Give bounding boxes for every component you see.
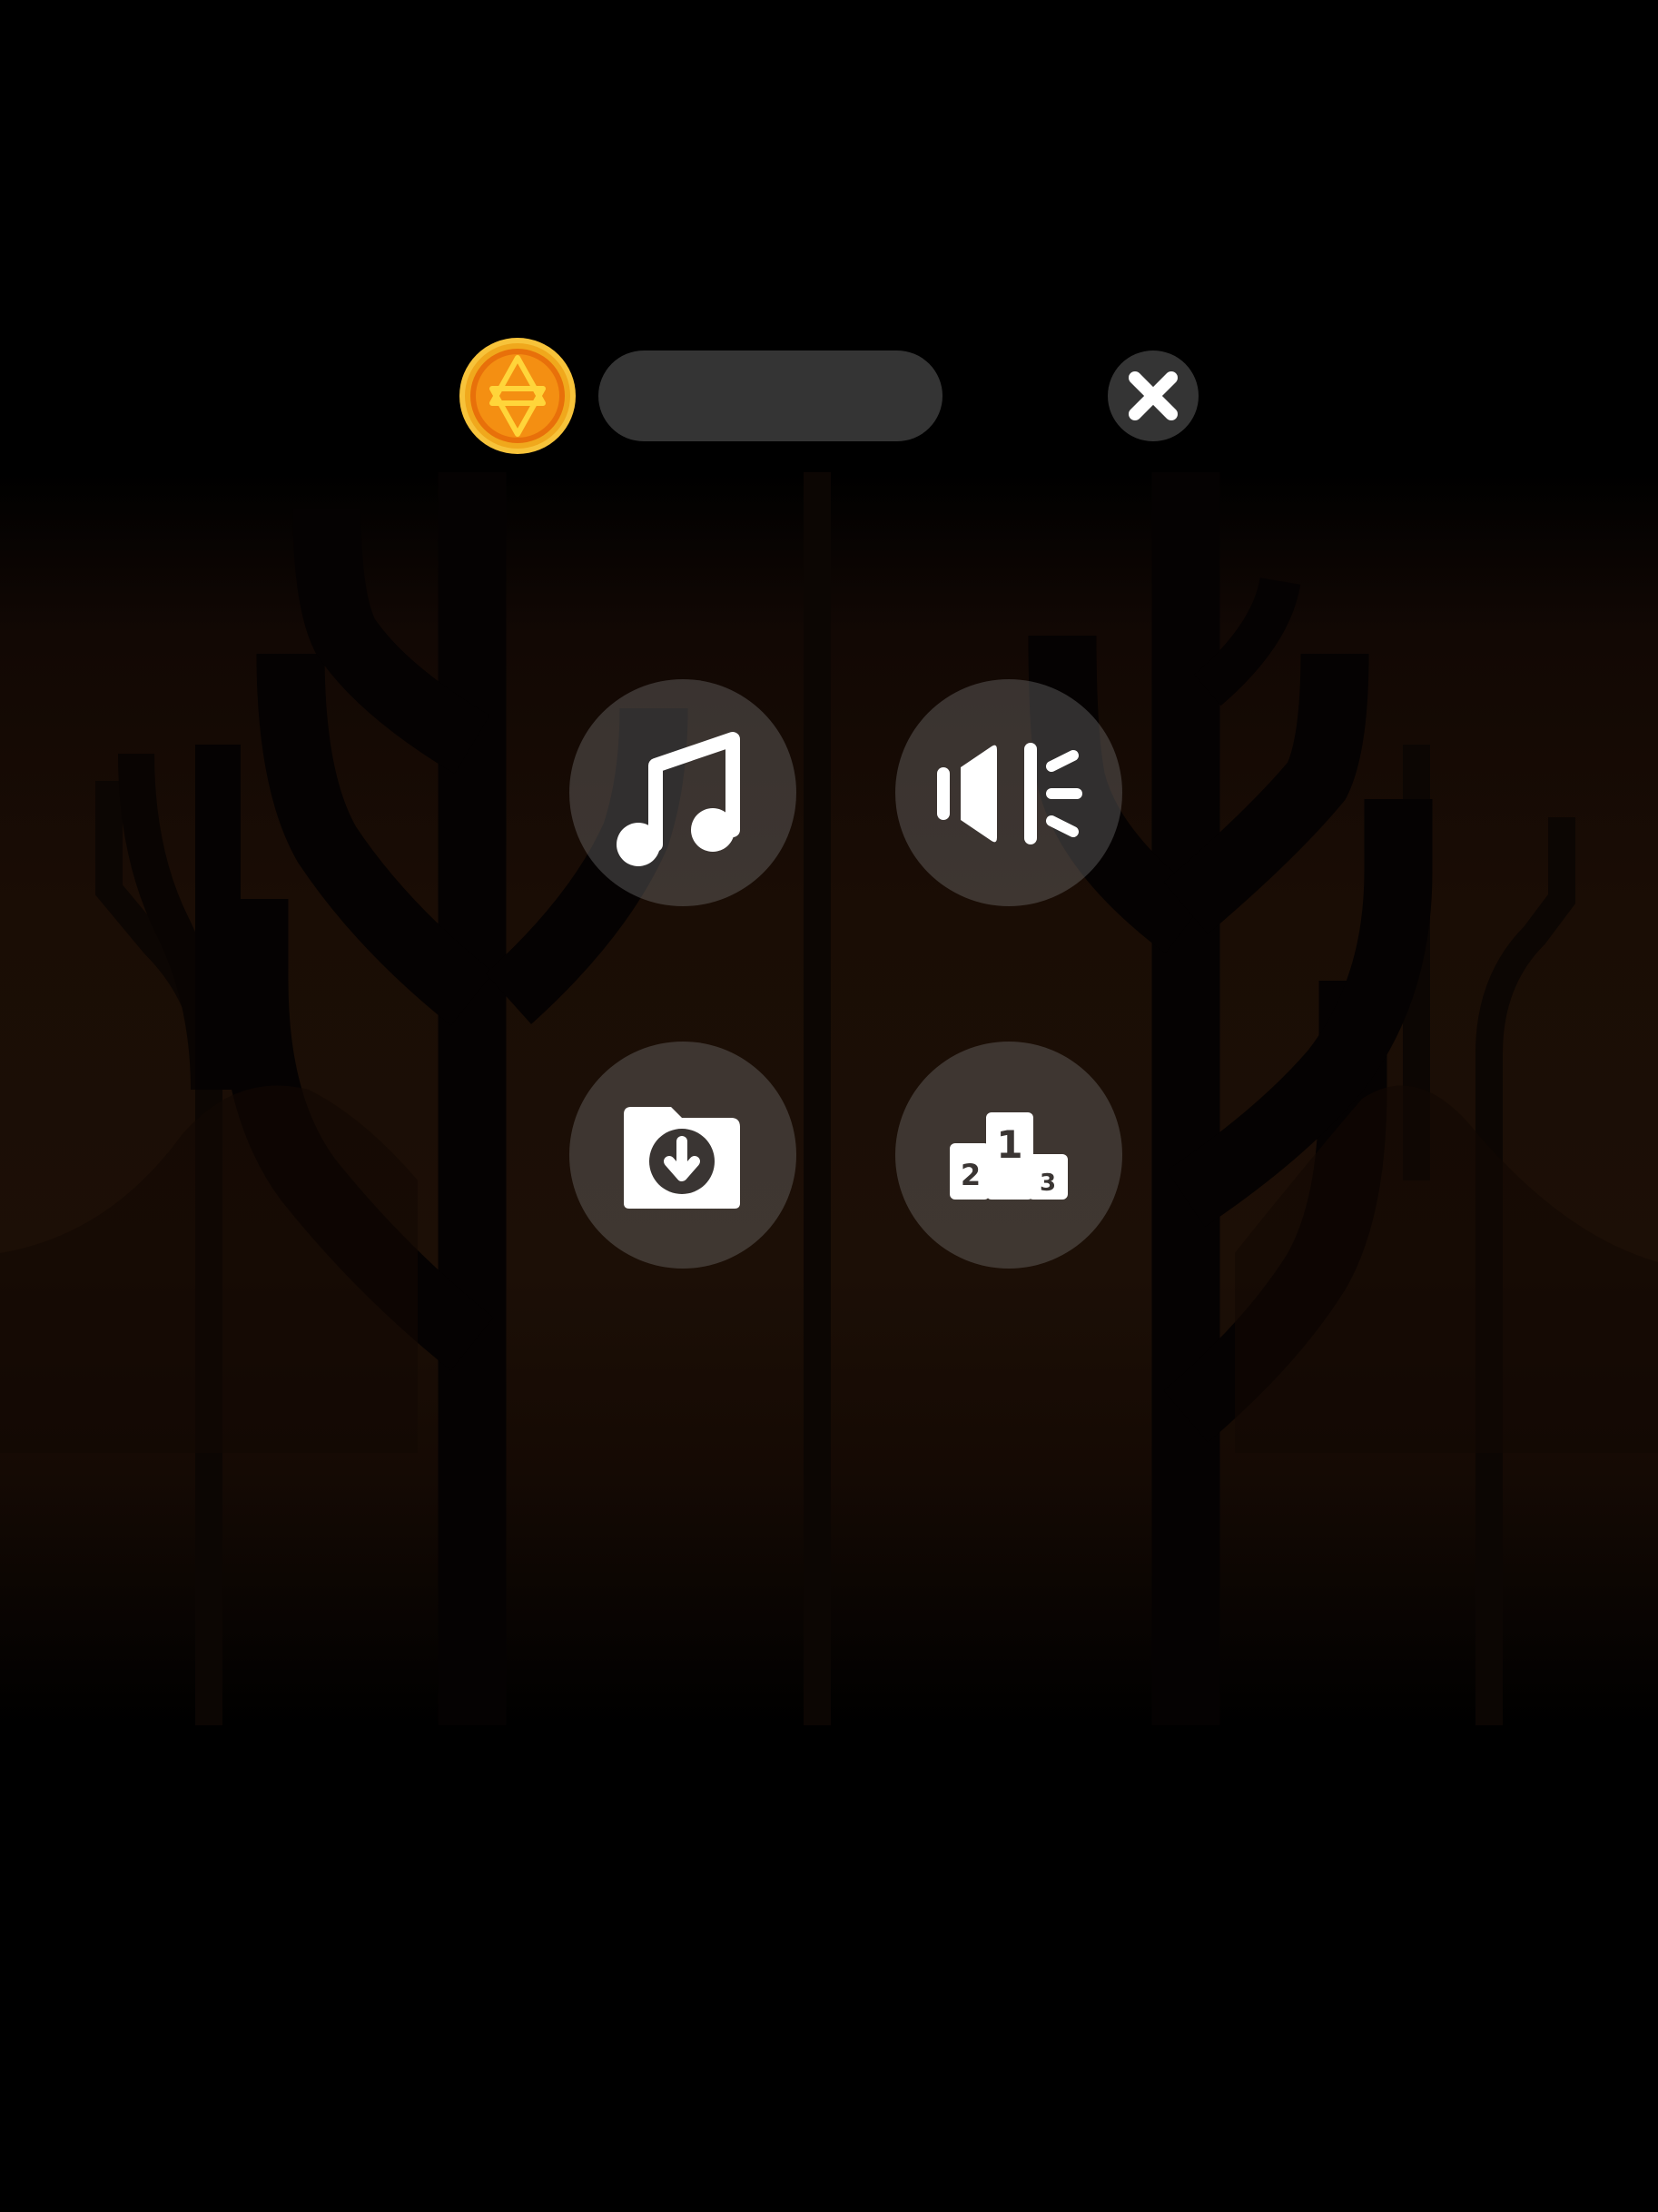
podium-icon: 1 2 3	[950, 1112, 1068, 1200]
star-of-david-coin-icon	[459, 338, 576, 454]
save-load-button[interactable]	[569, 1042, 796, 1269]
podium-third-label: 3	[1040, 1170, 1056, 1197]
close-icon	[1129, 371, 1178, 420]
podium-first-label: 1	[996, 1122, 1022, 1167]
leaderboard-button[interactable]: 1 2 3	[895, 1042, 1122, 1269]
close-button[interactable]	[1108, 351, 1199, 441]
podium-second-label: 2	[961, 1158, 981, 1192]
speaker-icon	[937, 743, 1082, 844]
game-screen: 1 2 3	[0, 0, 1658, 2212]
folder-download-icon	[624, 1107, 740, 1209]
music-toggle-button[interactable]	[569, 679, 796, 906]
forest-silhouette	[0, 472, 1658, 1725]
music-note-icon	[617, 732, 740, 866]
sound-toggle-button[interactable]	[895, 679, 1122, 906]
player-name-bar	[598, 351, 942, 441]
